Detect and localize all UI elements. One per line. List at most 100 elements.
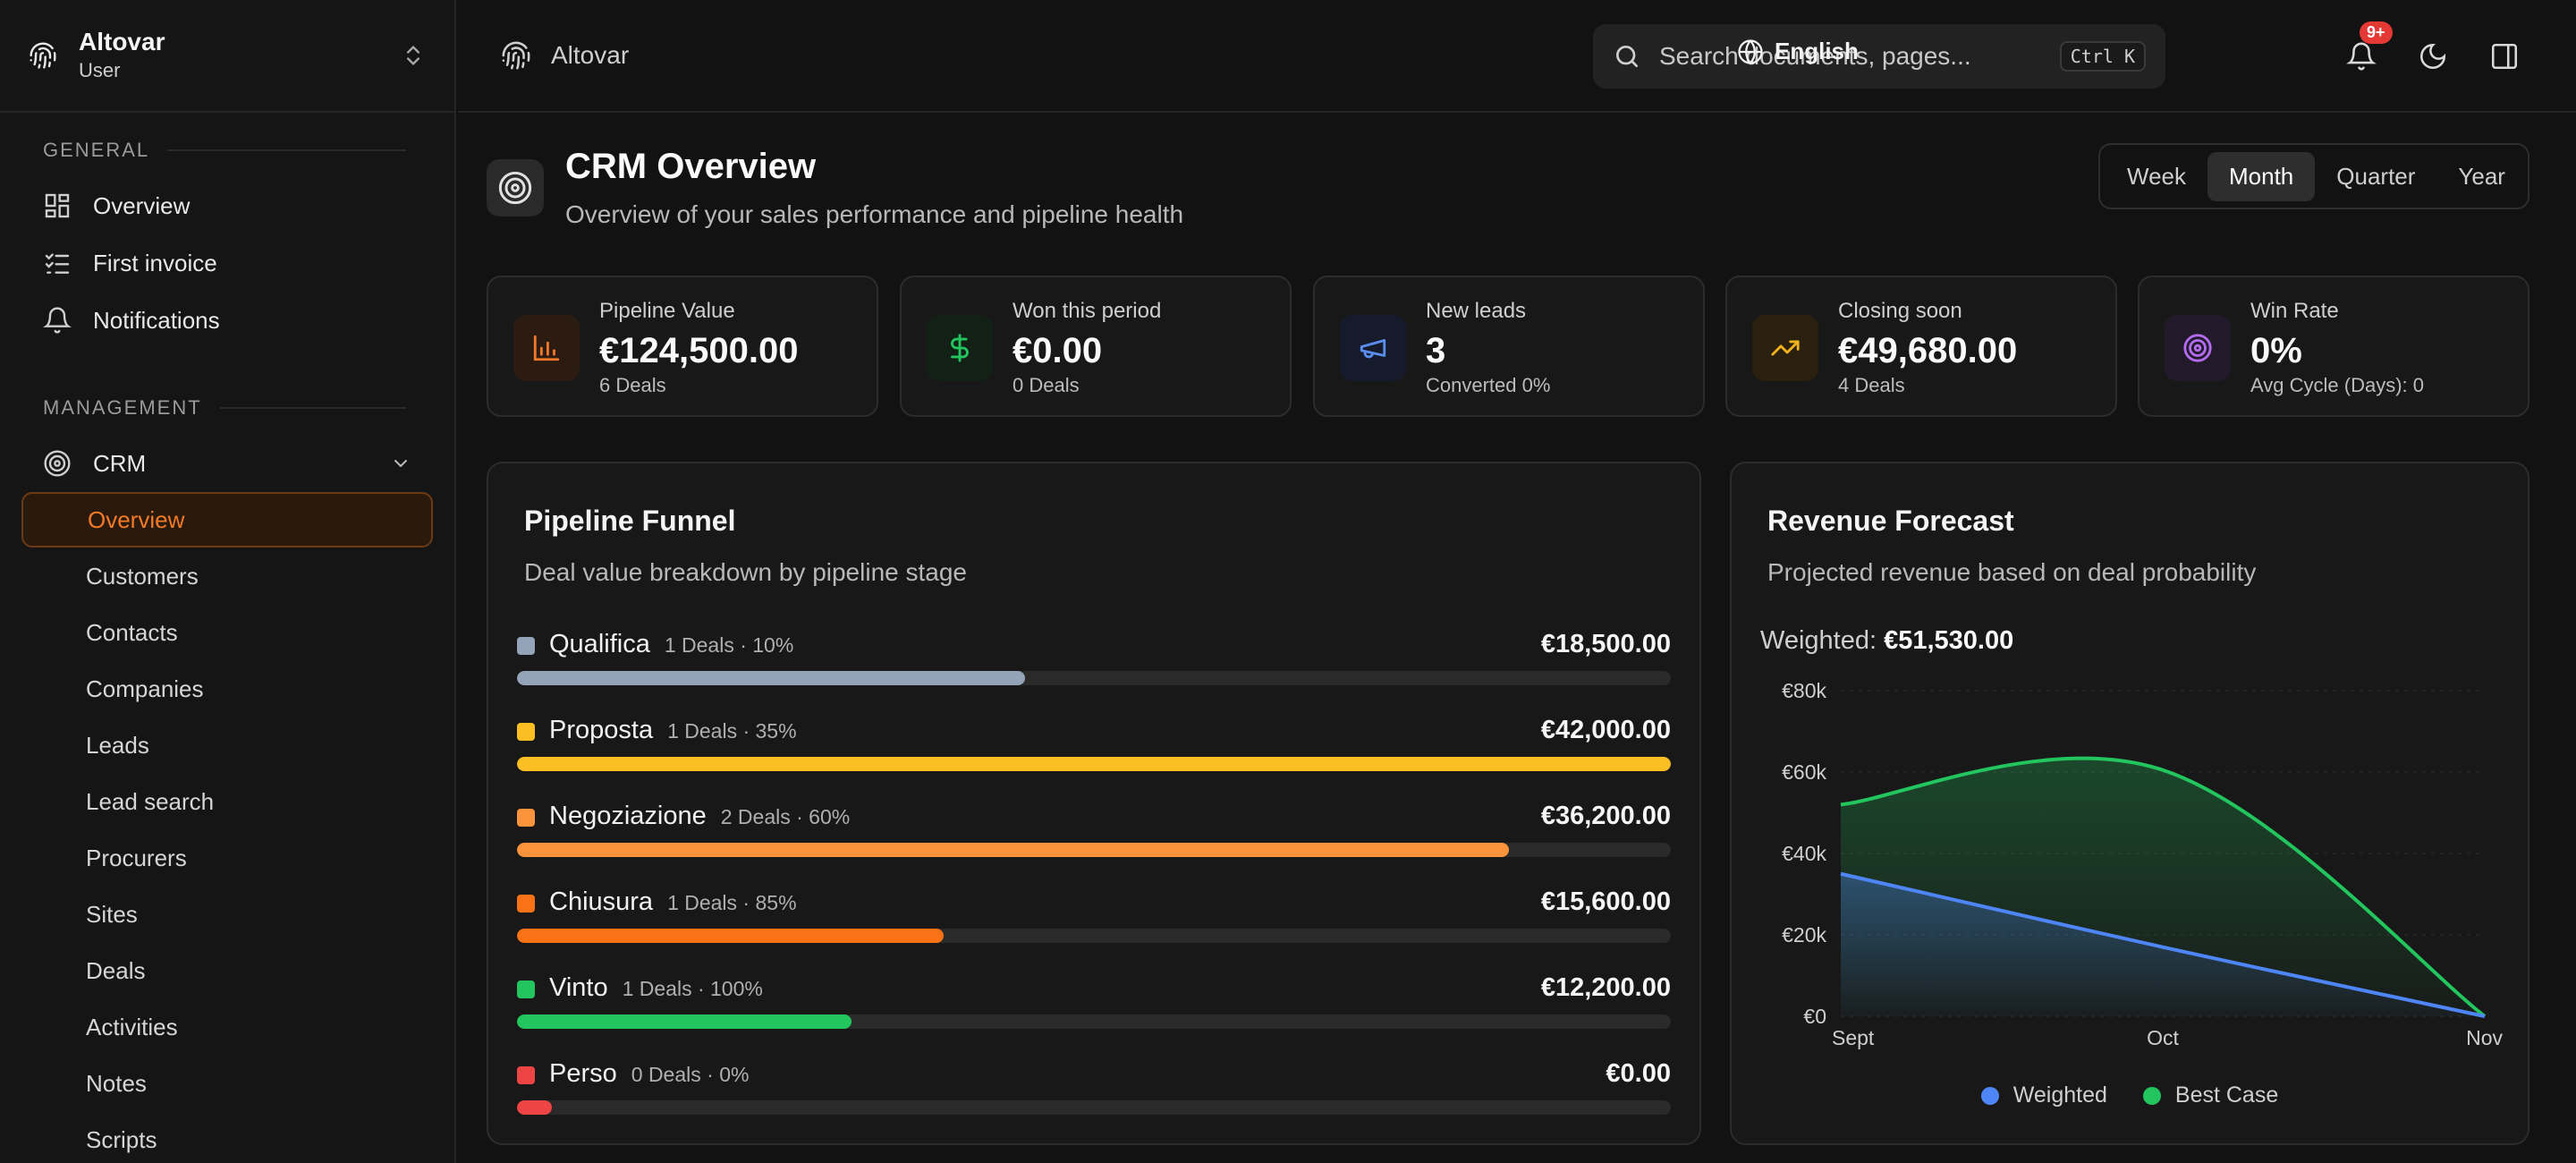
stat-label: Won this period <box>1013 299 1162 323</box>
nav-item-label: First invoice <box>93 249 217 276</box>
checklist-icon <box>45 253 70 274</box>
moon-icon[interactable] <box>2418 41 2448 72</box>
subnav-item-lead-search[interactable]: Lead search <box>21 774 433 829</box>
search-bar[interactable]: Ctrl K <box>1593 24 2165 89</box>
section-label-management: MANAGEMENT <box>43 388 433 428</box>
globe-icon <box>1738 38 1763 64</box>
subnav-item-companies[interactable]: Companies <box>21 661 433 717</box>
stat-value: 3 <box>1426 331 1446 370</box>
target-icon <box>44 450 71 477</box>
stat-icon <box>1340 315 1406 381</box>
stage-progress-track <box>517 1100 1671 1115</box>
bell-icon[interactable] <box>2346 41 2377 72</box>
language-selector[interactable]: English <box>1737 38 1859 65</box>
nav-item-overview[interactable]: Overview <box>21 177 433 234</box>
stat-sub: 6 Deals <box>599 374 666 396</box>
stage-progress-fill <box>517 1100 552 1115</box>
stage-name-text: Proposta <box>549 716 654 744</box>
search-input[interactable] <box>1659 42 2060 71</box>
legend-swatch <box>2142 1086 2161 1105</box>
chevrons-up-down-icon <box>407 46 419 65</box>
stat-value: 0% <box>2250 331 2302 370</box>
x-tick-label: Sept <box>1832 1026 1875 1049</box>
stage-meta: 2 Deals · 60% <box>720 805 851 828</box>
y-tick-label: €40k <box>1782 842 1826 865</box>
stage-meta: 1 Deals · 100% <box>622 977 763 1000</box>
chevron-down-icon <box>394 460 407 468</box>
funnel-stage-row: Qualifica 1 Deals · 10% €18,500.00 <box>517 626 1671 698</box>
subnav-item-leads[interactable]: Leads <box>21 717 433 773</box>
subnav-item-notes[interactable]: Notes <box>21 1056 433 1111</box>
fingerprint-icon <box>502 41 530 70</box>
period-selector: Week Month Quarter Year <box>2098 143 2529 209</box>
period-week[interactable]: Week <box>2106 152 2207 201</box>
target-icon <box>2183 334 2212 362</box>
stage-amount: €42,000.00 <box>1540 716 1671 744</box>
stage-name: Chiusura 1 Deals · 85% <box>549 887 797 917</box>
nav-item-label: CRM <box>93 449 147 477</box>
stage-name-text: Perso <box>549 1059 617 1088</box>
stage-color-dot <box>517 895 535 913</box>
funnel-stage-row: Negoziazione 2 Deals · 60% €36,200.00 <box>517 798 1671 870</box>
search-icon <box>1616 46 1638 67</box>
stage-name-text: Chiusura <box>549 887 654 916</box>
stat-label: Closing soon <box>1838 299 1962 323</box>
funnel-stage-row: Proposta 1 Deals · 35% €42,000.00 <box>517 712 1671 784</box>
stat-card-closing-soon: Closing soon €49,680.00 4 Deals <box>1725 276 2117 417</box>
stage-meta: 1 Deals · 85% <box>667 891 797 914</box>
sidebar-toggle-icon[interactable] <box>2489 41 2520 72</box>
subnav-item-sites[interactable]: Sites <box>21 887 433 942</box>
nav-item-label: Notifications <box>93 306 220 334</box>
breadcrumb-label: Altovar <box>551 41 630 69</box>
subnav-item-contacts[interactable]: Contacts <box>21 605 433 660</box>
nav-item-first-invoice[interactable]: First invoice <box>21 234 433 292</box>
fingerprint-icon <box>30 42 56 69</box>
y-tick-label: €20k <box>1782 923 1826 947</box>
stage-name: Qualifica 1 Deals · 10% <box>549 630 793 659</box>
stage-amount: €18,500.00 <box>1540 630 1671 658</box>
subnav-item-customers[interactable]: Customers <box>21 548 433 604</box>
stage-color-dot <box>517 809 535 827</box>
stage-name: Vinto 1 Deals · 100% <box>549 973 763 1003</box>
stat-sub: 0 Deals <box>1013 374 1080 396</box>
stage-amount: €15,600.00 <box>1540 887 1671 916</box>
sidebar: Altovar User GENERAL Overview First invo… <box>0 0 456 1163</box>
subnav-item-procurers[interactable]: Procurers <box>21 830 433 886</box>
stage-amount: €36,200.00 <box>1540 802 1671 830</box>
stage-color-dot <box>517 980 535 998</box>
nav-general: GENERAL Overview First invoice Notificat… <box>0 131 454 1163</box>
stage-name: Proposta 1 Deals · 35% <box>549 716 797 745</box>
stage-progress-track <box>517 757 1671 771</box>
nav-item-notifications[interactable]: Notifications <box>21 292 433 349</box>
stat-icon <box>2165 315 2231 381</box>
subnav-item-activities[interactable]: Activities <box>21 999 433 1055</box>
bar-chart-icon <box>533 335 560 361</box>
stat-value: €49,680.00 <box>1838 331 2018 370</box>
period-year[interactable]: Year <box>2436 152 2527 201</box>
breadcrumb[interactable]: Altovar <box>501 40 629 71</box>
stage-color-dot <box>517 723 535 741</box>
subnav-item-overview[interactable]: Overview <box>21 492 433 548</box>
stage-name-text: Negoziazione <box>549 802 707 830</box>
period-month[interactable]: Month <box>2207 151 2316 201</box>
funnel-stage-row: Chiusura 1 Deals · 85% €15,600.00 <box>517 884 1671 955</box>
y-tick-label: €80k <box>1782 679 1826 702</box>
stage-progress-track <box>517 843 1671 857</box>
stat-icon <box>513 315 580 381</box>
stage-progress-fill <box>517 671 1025 685</box>
stage-progress-track <box>517 929 1671 943</box>
funnel-stage-row: Perso 0 Deals · 0% €0.00 <box>517 1056 1671 1127</box>
funnel-stage-row: Vinto 1 Deals · 100% €12,200.00 <box>517 970 1671 1041</box>
stat-card-new-leads: New leads 3 Converted 0% <box>1313 276 1705 417</box>
y-tick-label: €0 <box>1803 1005 1826 1028</box>
stat-icon <box>1752 315 1818 381</box>
trending-up-icon <box>1771 340 1800 356</box>
period-quarter[interactable]: Quarter <box>2315 152 2436 201</box>
subnav-item-scripts[interactable]: Scripts <box>21 1112 433 1163</box>
workspace-switcher[interactable]: Altovar User <box>0 0 454 113</box>
notification-badge: 9+ <box>2360 21 2393 44</box>
stat-sub: Avg Cycle (Days): 0 <box>2250 374 2424 396</box>
nav-item-crm[interactable]: CRM <box>21 435 433 492</box>
subnav-item-deals[interactable]: Deals <box>21 943 433 998</box>
stage-name: Perso 0 Deals · 0% <box>549 1059 749 1089</box>
